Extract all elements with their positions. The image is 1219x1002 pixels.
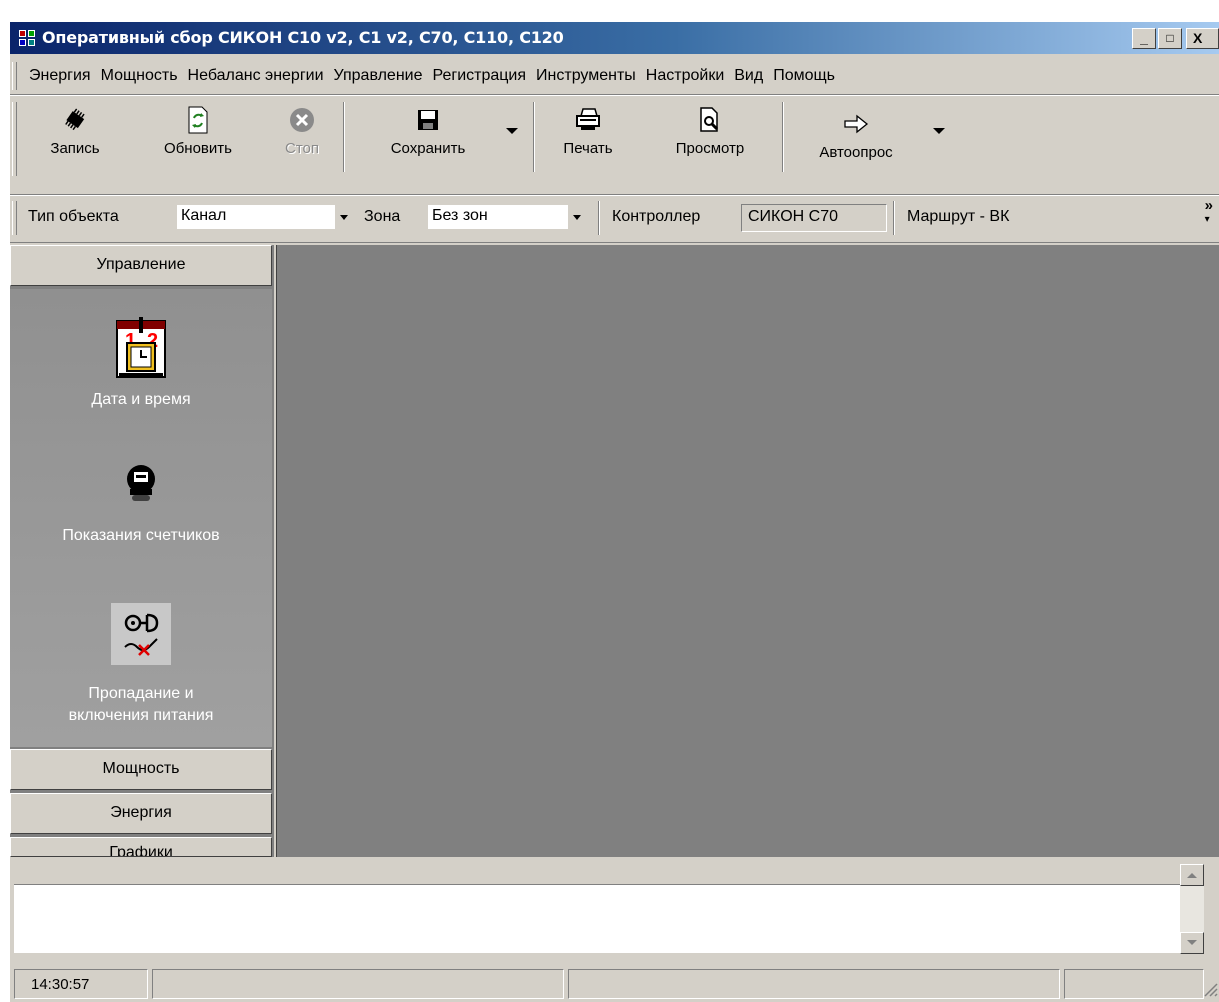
print-label: Печать (563, 140, 613, 157)
refresh-label: Обновить (164, 140, 232, 157)
menu-control[interactable]: Управление (329, 67, 428, 85)
record-label: Запись (50, 140, 100, 157)
status-pane (152, 969, 564, 999)
close-button[interactable]: X (1186, 28, 1219, 49)
toolbar-separator (782, 102, 784, 172)
sidebar-item-date-time[interactable]: 1 2 Дата и время (10, 317, 272, 409)
meter-icon (127, 465, 155, 501)
object-type-label: Тип объекта (28, 208, 119, 225)
refresh-icon (188, 106, 208, 134)
window-title: Оперативный сбор СИКОН С10 v2, С1 v2, С7… (42, 28, 564, 47)
group-header-graphs-label: Графики (109, 844, 173, 857)
menu-energy[interactable]: Энергия (24, 67, 96, 85)
status-pane (568, 969, 1060, 999)
stop-button[interactable]: Стоп (278, 100, 326, 172)
chevron-down-icon[interactable] (568, 205, 588, 229)
stop-icon (290, 108, 314, 132)
filter-separator (893, 201, 895, 235)
save-dropdown-arrow[interactable] (506, 128, 518, 134)
group-header-energy[interactable]: Энергия (10, 793, 272, 834)
print-button[interactable]: Печать (550, 100, 626, 172)
autopoll-label: Автоопрос (819, 144, 893, 161)
navigation-sidebar: Управление 1 2 Дата и время Показания сч… (10, 245, 274, 857)
stop-label: Стоп (285, 140, 319, 157)
filter-separator (598, 201, 600, 235)
group-header-control[interactable]: Управление (10, 245, 272, 286)
zone-label: Зона (364, 208, 401, 225)
controller-label: Контроллер (612, 208, 701, 225)
workspace-area (276, 245, 1219, 857)
refresh-button[interactable]: Обновить (146, 100, 250, 172)
log-list[interactable] (14, 885, 1180, 953)
minimize-button[interactable]: _ (1132, 28, 1156, 49)
title-bar[interactable]: Оперативный сбор СИКОН С10 v2, С1 v2, С7… (10, 22, 1219, 54)
zone-value: Без зон (432, 207, 488, 224)
scroll-up-button[interactable] (1180, 864, 1204, 886)
menu-tools[interactable]: Инструменты (531, 67, 641, 85)
status-bar: 14:30:57 (10, 967, 1219, 1002)
chevron-up-icon (1187, 873, 1197, 878)
app-icon (19, 30, 35, 46)
group-header-graphs[interactable]: Графики (10, 837, 272, 857)
preview-label: Просмотр (675, 140, 745, 157)
controller-field: СИКОН С70 (741, 204, 887, 232)
floppy-icon (418, 110, 438, 130)
meter-readings-label: Показания счетчиков (62, 527, 220, 544)
menu-settings[interactable]: Настройки (641, 67, 729, 85)
group-panel-control: 1 2 Дата и время Показания счетчиков Про… (10, 289, 272, 747)
menu-power[interactable]: Мощность (96, 67, 183, 85)
object-type-combo[interactable]: Канал (177, 205, 355, 229)
route-label-text: Маршрут (907, 208, 976, 225)
power-outages-label-line1: Пропадание и (88, 685, 194, 702)
toolbar-separator (533, 102, 535, 172)
route-value: - ВК (975, 208, 1010, 225)
calendar-clock-icon: 1 2 (116, 317, 166, 378)
filter-bar: Тип объекта Канал Зона Без зон Контролле… (10, 195, 1219, 243)
record-button[interactable]: Запись (40, 100, 110, 172)
app-window: Оперативный сбор СИКОН С10 v2, С1 v2, С7… (10, 22, 1219, 1002)
route-label: Маршрут - ВК (907, 208, 1009, 226)
group-header-power[interactable]: Мощность (10, 749, 272, 790)
scroll-down-button[interactable] (1180, 932, 1204, 954)
chevron-down-icon (1187, 940, 1197, 945)
overflow-caret: ▾ (1204, 214, 1210, 225)
menu-help[interactable]: Помощь (768, 67, 840, 85)
toolbar-separator (343, 102, 345, 172)
toolbar-overflow-button[interactable]: » ▾ (1204, 197, 1213, 226)
log-panel (10, 860, 1219, 960)
filterbar-grip[interactable] (12, 201, 17, 235)
sidebar-item-power-outages[interactable]: Пропадание и включения питания (10, 603, 272, 727)
power-plug-icon (111, 603, 171, 665)
date-time-label: Дата и время (91, 391, 191, 408)
resize-grip-icon[interactable] (1202, 981, 1218, 997)
zone-combo[interactable]: Без зон (428, 205, 588, 229)
chevron-down-icon[interactable] (335, 205, 355, 229)
chip-icon (65, 108, 85, 131)
sidebar-item-meter-readings[interactable]: Показания счетчиков (10, 463, 272, 545)
maximize-button[interactable]: □ (1158, 28, 1182, 49)
autopoll-button[interactable]: Автоопрос (800, 104, 912, 176)
save-button[interactable]: Сохранить (368, 100, 488, 172)
power-outages-label: Пропадание и включения питания (10, 683, 272, 727)
autopoll-dropdown-arrow[interactable] (933, 128, 945, 134)
overflow-chevron: » (1204, 197, 1213, 214)
log-scrollbar[interactable] (1180, 864, 1204, 954)
status-pane (1064, 969, 1204, 999)
main-toolbar: Запись Обновить Стоп Сохранить Печать Пр… (10, 95, 1219, 195)
menu-view[interactable]: Вид (729, 67, 768, 85)
log-header (14, 864, 1180, 885)
toolbar-grip[interactable] (12, 102, 17, 176)
menu-bar: Энергия Мощность Небаланс энергии Управл… (10, 58, 1219, 95)
status-time: 14:30:57 (14, 969, 148, 999)
arrow-right-icon (844, 114, 869, 134)
menu-energy-imbalance[interactable]: Небаланс энергии (183, 67, 329, 85)
object-type-value: Канал (181, 207, 227, 224)
menu-registration[interactable]: Регистрация (428, 67, 532, 85)
power-outages-label-line2: включения питания (68, 707, 214, 724)
preview-button[interactable]: Просмотр (655, 100, 765, 172)
printer-icon (576, 108, 600, 130)
menu-grip[interactable] (12, 62, 17, 90)
save-label: Сохранить (390, 140, 466, 157)
preview-icon (700, 107, 719, 132)
